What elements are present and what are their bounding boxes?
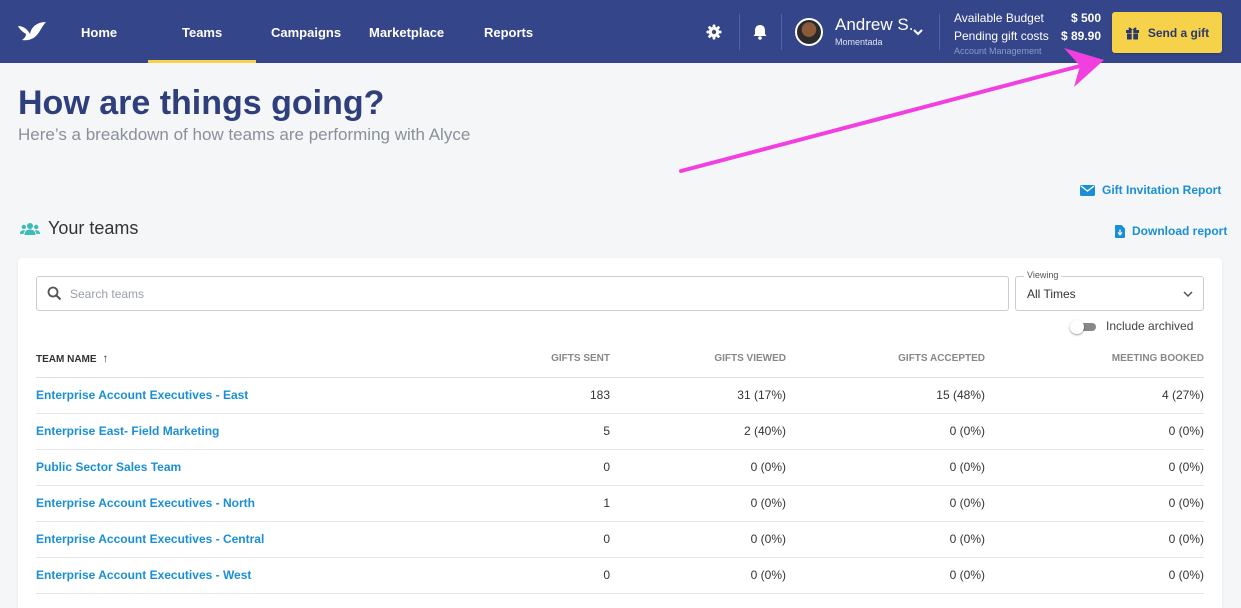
viewing-label: Viewing [1024,270,1062,280]
gifts-sent-cell: 5 [456,413,610,450]
column-gifts-accepted[interactable]: GIFTS ACCEPTED [786,340,985,378]
include-archived-toggle[interactable] [1070,320,1096,334]
gifts-accepted-cell: 0 (0%) [786,413,985,450]
nav-teams[interactable]: Teams [147,0,257,63]
envelope-icon [1080,184,1095,196]
download-report-label: Download report [1132,224,1228,238]
toggle-knob [1070,320,1084,334]
page-subtitle: Here’s a breakdown of how teams are perf… [18,125,471,144]
gifts-sent-cell: 183 [456,377,610,414]
table-row: Enterprise Account Executives - Central … [36,521,1204,558]
table-row: Enterprise Account Executives - North 1 … [36,485,1204,522]
send-gift-label: Send a gift [1147,25,1210,40]
table-row: Enterprise Account Executives - West 0 0… [36,557,1204,594]
search-teams-input[interactable] [70,286,970,301]
gifts-viewed-cell: 0 (0%) [610,449,786,486]
team-name-link[interactable]: Enterprise Account Executives - East [36,377,456,414]
gift-invitation-report-label: Gift Invitation Report [1102,183,1222,197]
gifts-viewed-cell: 0 (0%) [610,557,786,594]
nav-divider [739,14,740,50]
nav-campaigns[interactable]: Campaigns [271,0,341,63]
viewing-select[interactable]: Viewing All Times [1015,270,1204,311]
account-management-link[interactable]: Account Management [954,46,1042,56]
user-name[interactable]: Andrew S. [835,15,913,35]
meeting-booked-cell: 0 (0%) [985,557,1204,594]
gifts-sent-cell: 0 [456,557,610,594]
gifts-viewed-cell: 2 (40%) [610,413,786,450]
teams-table: TEAM NAME ↑ GIFTS SENT GIFTS VIEWED GIFT… [36,340,1204,594]
gear-icon[interactable] [704,22,724,42]
download-report-link[interactable]: Download report [1115,224,1227,238]
nav-divider [939,14,940,50]
column-gifts-viewed[interactable]: GIFTS VIEWED [610,340,786,378]
table-row: Enterprise Account Executives - East 183… [36,377,1204,414]
your-teams-heading: Your teams [20,218,138,239]
column-team-name-label: TEAM NAME [36,354,97,366]
pending-gift-costs-value: $ 89.90 [1060,29,1101,43]
teams-card: Viewing All Times Include archived TEAM … [18,258,1222,608]
gifts-accepted-cell: 0 (0%) [786,449,985,486]
gifts-viewed-cell: 31 (17%) [610,377,786,414]
user-org: Momentada [835,37,883,47]
gifts-accepted-cell: 0 (0%) [786,485,985,522]
file-download-icon [1115,224,1125,238]
team-name-link[interactable]: Enterprise East- Field Marketing [36,413,456,450]
available-budget-label: Available Budget [954,11,1044,25]
meeting-booked-cell: 0 (0%) [985,449,1204,486]
chevron-down-icon [1183,291,1193,298]
avatar[interactable] [795,18,823,46]
sort-ascending-icon: ↑ [102,351,109,366]
your-teams-title: Your teams [48,218,139,238]
meeting-booked-cell: 0 (0%) [985,521,1204,558]
gift-invitation-report-link[interactable]: Gift Invitation Report [1080,183,1221,197]
meeting-booked-cell: 0 (0%) [985,413,1204,450]
users-icon [20,222,40,235]
gifts-sent-cell: 0 [456,449,610,486]
include-archived-label: Include archived [1106,319,1194,333]
pending-gift-costs-label: Pending gift costs [954,29,1049,43]
viewing-value: All Times [1027,287,1076,301]
gifts-accepted-cell: 0 (0%) [786,521,985,558]
top-nav: Home Teams Campaigns Marketplace Reports… [0,0,1241,63]
column-gifts-sent[interactable]: GIFTS SENT [456,340,610,378]
page-title: How are things going? [18,84,385,122]
team-name-link[interactable]: Public Sector Sales Team [36,449,456,486]
table-header-row: TEAM NAME ↑ GIFTS SENT GIFTS VIEWED GIFT… [36,340,1204,378]
gifts-sent-cell: 0 [456,521,610,558]
team-name-link[interactable]: Enterprise Account Executives - Central [36,521,456,558]
column-meeting-booked[interactable]: MEETING BOOKED [985,340,1204,378]
available-budget-value: $ 500 [1070,11,1101,25]
nav-marketplace[interactable]: Marketplace [369,0,444,63]
search-teams-field[interactable] [36,276,1009,311]
send-gift-button[interactable]: Send a gift [1112,12,1222,53]
nav-divider [781,14,782,50]
chevron-down-icon[interactable] [912,27,924,37]
nav-home[interactable]: Home [81,0,117,63]
gifts-viewed-cell: 0 (0%) [610,521,786,558]
table-row: Public Sector Sales Team 0 0 (0%) 0 (0%)… [36,449,1204,486]
table-row: Enterprise East- Field Marketing 5 2 (40… [36,413,1204,450]
search-icon [47,286,62,301]
team-name-link[interactable]: Enterprise Account Executives - North [36,485,456,522]
gifts-sent-cell: 1 [456,485,610,522]
gifts-accepted-cell: 15 (48%) [786,377,985,414]
bell-icon[interactable] [750,22,770,42]
gift-icon [1125,27,1139,39]
gifts-viewed-cell: 0 (0%) [610,485,786,522]
meeting-booked-cell: 0 (0%) [985,485,1204,522]
meeting-booked-cell: 4 (27%) [985,377,1204,414]
gifts-accepted-cell: 0 (0%) [786,557,985,594]
team-name-link[interactable]: Enterprise Account Executives - West [36,557,456,594]
column-team-name[interactable]: TEAM NAME ↑ [36,340,456,378]
nav-reports[interactable]: Reports [484,0,533,63]
alyce-logo-icon[interactable] [16,20,48,44]
